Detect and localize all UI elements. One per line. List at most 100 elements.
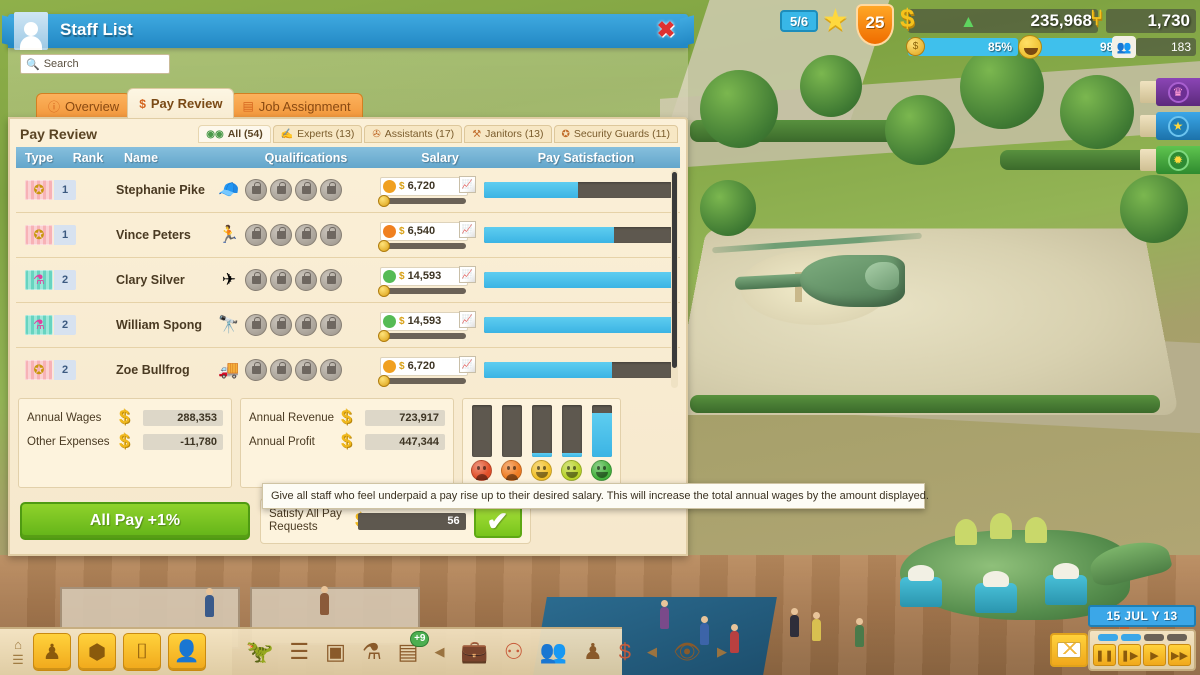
food-stand[interactable] bbox=[1045, 563, 1087, 605]
staff-salary[interactable]: $14,593 📈 bbox=[378, 265, 484, 297]
salary-slider[interactable] bbox=[378, 239, 466, 252]
salary-chart-icon[interactable]: 📈 bbox=[459, 310, 476, 328]
expand-icon[interactable]: ▶ bbox=[717, 644, 727, 660]
dino-icon[interactable]: 🦖 bbox=[246, 639, 273, 665]
slider-knob[interactable] bbox=[378, 329, 390, 342]
salary-slider[interactable] bbox=[378, 329, 466, 342]
flask-icon: ⚗ bbox=[25, 270, 53, 290]
visitor[interactable] bbox=[730, 624, 739, 653]
ribbon-objectives[interactable]: ★ bbox=[1140, 112, 1200, 140]
visitor[interactable] bbox=[205, 588, 214, 617]
table-header: Type Rank Name Qualifications Salary Pay… bbox=[16, 147, 680, 168]
list-icon[interactable]: ☰ bbox=[289, 639, 309, 665]
table-row[interactable]: ✪ 1 Vince Peters 🏃 $6,540 📈 bbox=[16, 213, 680, 258]
play-slow-icon[interactable]: ❚▶ bbox=[1118, 644, 1141, 666]
guest-icon[interactable]: ♟ bbox=[583, 639, 603, 665]
locked-qualification-icon bbox=[270, 179, 292, 201]
visitor[interactable] bbox=[855, 618, 864, 647]
contract-icon[interactable]: ▤ +9 bbox=[398, 631, 430, 665]
pause-icon[interactable]: ❚❚ bbox=[1093, 644, 1116, 666]
staff-salary[interactable]: $6,720 📈 bbox=[378, 355, 484, 387]
game-date: 15 JUL Y 13 bbox=[1088, 605, 1196, 627]
money-display: $ ▲ 235,968 bbox=[900, 3, 1098, 33]
dollar-icon[interactable]: $ bbox=[619, 639, 631, 665]
visitor[interactable] bbox=[660, 600, 669, 629]
slider-knob[interactable] bbox=[378, 374, 390, 387]
tool-paint-button[interactable]: ⌷ bbox=[123, 633, 161, 671]
mood-face-icon bbox=[591, 460, 612, 481]
food-stand[interactable] bbox=[900, 565, 942, 607]
food-stand[interactable] bbox=[975, 571, 1017, 613]
briefcase-icon[interactable]: 💼 bbox=[460, 639, 487, 665]
tool-buildings-button[interactable]: ⬢ bbox=[78, 633, 116, 671]
table-row[interactable]: ✪ 2 Zoe Bullfrog 🚚 $6,720 📈 bbox=[16, 348, 680, 390]
collapse-right-icon[interactable]: ◀ bbox=[647, 644, 657, 660]
histogram-column bbox=[501, 405, 522, 481]
filter-all[interactable]: ◉◉ All (54) bbox=[198, 125, 271, 143]
microscope-icon[interactable]: ⚗ bbox=[362, 639, 382, 665]
mini-tools[interactable]: ⌂ ☰ bbox=[10, 638, 26, 666]
staff-icon[interactable]: ⚇ bbox=[504, 639, 524, 665]
search-placeholder: Search bbox=[43, 58, 79, 70]
mail-button[interactable] bbox=[1050, 633, 1088, 667]
all-pay-button[interactable]: All Pay +1% bbox=[20, 502, 250, 540]
table-row[interactable]: ⚗ 2 Clary Silver ✈ $14,593 📈 bbox=[16, 258, 680, 303]
salary-chart-icon[interactable]: 📈 bbox=[459, 355, 476, 373]
salary-chart-icon[interactable]: 📈 bbox=[459, 175, 476, 193]
ribbon-rewards[interactable]: ♛ bbox=[1140, 78, 1200, 106]
staff-satisfaction bbox=[484, 317, 680, 333]
scrollbar[interactable] bbox=[671, 170, 678, 388]
table-row[interactable]: ⚗ 2 William Spong 🔭 $14,593 📈 bbox=[16, 303, 680, 348]
tab-overview[interactable]: ⓘ Overview bbox=[36, 93, 132, 118]
slider-knob[interactable] bbox=[378, 194, 390, 207]
staff-table[interactable]: ✪ 1 Stephanie Pike 🧢 $6,720 📈 ✪ 1 Vince Peters 🏃 $… bbox=[16, 168, 680, 390]
staff-salary[interactable]: $6,720 📈 bbox=[378, 175, 484, 207]
rank-value: 1 bbox=[54, 180, 76, 200]
filter-experts[interactable]: ✍ Experts (13) bbox=[272, 125, 363, 143]
star-rating-badge[interactable]: 5/6 bbox=[780, 10, 819, 32]
visitor[interactable] bbox=[812, 612, 821, 641]
salary-slider[interactable] bbox=[378, 374, 466, 387]
scrollbar-thumb[interactable] bbox=[672, 172, 677, 368]
table-row[interactable]: ✪ 1 Stephanie Pike 🧢 $6,720 📈 bbox=[16, 168, 680, 213]
eye-icon[interactable]: 👁 bbox=[673, 639, 701, 665]
filter-janitors[interactable]: ⚒ Janitors (13) bbox=[464, 125, 552, 143]
salary-chart-icon[interactable]: 📈 bbox=[459, 265, 476, 283]
close-icon[interactable]: ✖ bbox=[654, 19, 678, 43]
salary-slider[interactable] bbox=[378, 284, 466, 297]
slider-knob[interactable] bbox=[378, 284, 390, 297]
column-rank: Rank bbox=[72, 150, 104, 165]
salary-chart-icon[interactable]: 📈 bbox=[459, 220, 476, 238]
visitor[interactable] bbox=[700, 616, 709, 645]
staff-salary[interactable]: $6,540 📈 bbox=[378, 220, 484, 252]
confirm-button[interactable]: ✔ bbox=[473, 504, 522, 538]
mood-icon bbox=[383, 269, 396, 283]
fast-forward-icon[interactable]: ▶▶ bbox=[1168, 644, 1191, 666]
dna-display: ⑂ 1,730 bbox=[1090, 5, 1196, 33]
finance-value: -11,780 bbox=[143, 434, 223, 450]
tab-job-assignment[interactable]: ▤ Job Assignment bbox=[230, 93, 363, 118]
tab-pay-review[interactable]: $ Pay Review bbox=[127, 88, 235, 118]
filter-label: Experts (13) bbox=[297, 128, 355, 140]
visitor[interactable] bbox=[790, 608, 799, 637]
salary-value: 6,720 bbox=[407, 360, 436, 372]
staff-name: Clary Silver bbox=[116, 273, 185, 287]
group-icon[interactable]: 👥 bbox=[540, 639, 567, 665]
staff-salary[interactable]: $14,593 📈 bbox=[378, 310, 484, 342]
tool-staff-button[interactable]: ♟ bbox=[33, 633, 71, 671]
tool-hire-button[interactable]: 👤 bbox=[168, 633, 206, 671]
money-value: 235,968 bbox=[1030, 11, 1092, 30]
filter-security-guards[interactable]: ✪ Security Guards (11) bbox=[553, 125, 678, 143]
ribbon-contracts[interactable]: ✹ bbox=[1140, 146, 1200, 174]
filter-assistants[interactable]: ✇ Assistants (17) bbox=[364, 125, 463, 143]
play-icon[interactable]: ▶ bbox=[1143, 644, 1166, 666]
star-icon: ★ bbox=[1167, 115, 1189, 137]
salary-slider[interactable] bbox=[378, 194, 466, 207]
package-icon[interactable]: ▣ bbox=[325, 639, 346, 665]
slider-knob[interactable] bbox=[378, 239, 390, 252]
visitor[interactable] bbox=[320, 586, 329, 615]
collapse-left-icon[interactable]: ◀ bbox=[434, 644, 444, 660]
search-input[interactable]: 🔍 Search bbox=[20, 54, 170, 74]
crown-icon: ♛ bbox=[1167, 81, 1189, 103]
security-badge-icon: ✪ bbox=[25, 180, 53, 200]
